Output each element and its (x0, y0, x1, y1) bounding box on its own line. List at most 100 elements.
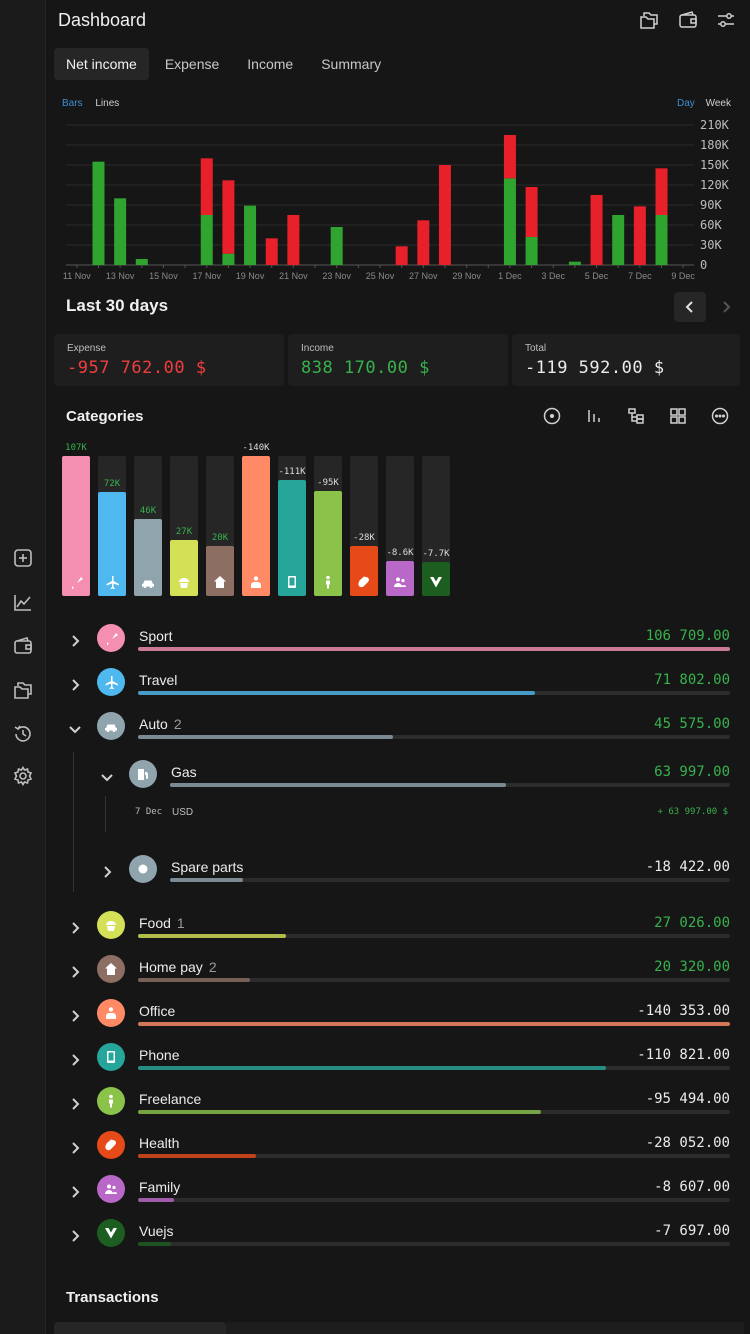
category-progress-fill (138, 934, 286, 938)
more-options-icon[interactable] (711, 407, 731, 427)
expand-toggle[interactable] (68, 722, 82, 736)
chart-bar-segment[interactable] (525, 237, 538, 265)
tree-view-icon[interactable] (627, 407, 647, 427)
category-row-spare-parts[interactable]: Spare parts -18 422.00 (54, 853, 744, 897)
chart-bar-segment[interactable] (222, 180, 235, 254)
chart-bar-segment[interactable] (244, 205, 257, 265)
transactions-tab[interactable] (54, 1322, 226, 1334)
chart-bar-segment[interactable] (395, 246, 408, 265)
previous-period-button[interactable] (674, 292, 706, 322)
wallet-icon[interactable] (678, 10, 700, 32)
category-row-food[interactable]: Food 1 27 026.00 (54, 909, 744, 953)
next-period-button[interactable] (712, 292, 740, 322)
expand-toggle[interactable] (100, 770, 114, 784)
category-column[interactable] (350, 456, 378, 596)
category-row-gas[interactable]: Gas 63 997.00 (54, 758, 744, 802)
day-toggle[interactable]: Day (677, 98, 695, 109)
category-column[interactable] (314, 456, 342, 596)
chart-bar-segment[interactable] (525, 187, 538, 237)
expand-toggle[interactable] (68, 1141, 82, 1155)
week-toggle[interactable]: Week (706, 98, 731, 109)
expand-toggle[interactable] (68, 1053, 82, 1067)
chart-bar-segment[interactable] (590, 195, 603, 265)
bar-chart-icon[interactable] (585, 407, 605, 427)
category-row-phone[interactable]: Phone -110 821.00 (54, 1041, 744, 1085)
category-row-freelance[interactable]: Freelance -95 494.00 (54, 1085, 744, 1129)
wallet-icon[interactable] (11, 634, 35, 658)
chart-bar-segment[interactable] (568, 261, 581, 265)
expand-toggle[interactable] (68, 1097, 82, 1111)
chart-bar-segment[interactable] (655, 168, 668, 215)
category-progress-track (138, 1154, 730, 1158)
grid-view-icon[interactable] (669, 407, 689, 427)
chart-bar-segment[interactable] (503, 178, 516, 265)
chart-line-icon[interactable] (11, 590, 35, 614)
chart-bar-segment[interactable] (417, 220, 430, 265)
category-icon (97, 955, 125, 983)
category-column[interactable] (242, 456, 270, 596)
category-column[interactable] (386, 456, 414, 596)
category-name: Phone (139, 1047, 179, 1063)
category-row-sport[interactable]: Sport 106 709.00 (54, 622, 744, 666)
expand-toggle[interactable] (68, 1229, 82, 1243)
chart-bar-segment[interactable] (135, 259, 148, 265)
chart-bar-segment[interactable] (612, 215, 625, 265)
category-column-icon (138, 572, 158, 592)
category-row-health[interactable]: Health -28 052.00 (54, 1129, 744, 1173)
category-column[interactable] (62, 456, 90, 596)
category-row-office[interactable]: Office -140 353.00 (54, 997, 744, 1041)
chart-bar-segment[interactable] (114, 198, 127, 265)
settings-icon[interactable] (11, 764, 35, 788)
category-icon (97, 1175, 125, 1203)
category-label: Phone (139, 1047, 180, 1063)
category-column[interactable] (134, 456, 162, 596)
category-row-home-pay[interactable]: Home pay 2 20 320.00 (54, 953, 744, 997)
expand-toggle[interactable] (68, 678, 82, 692)
tab-income[interactable]: Income (235, 48, 305, 80)
circle-dot-icon[interactable] (543, 407, 563, 427)
person-icon (326, 575, 330, 589)
tab-net-income[interactable]: Net income (54, 48, 149, 80)
chart-bar-segment[interactable] (438, 165, 451, 265)
chart-bar-segment[interactable] (633, 206, 646, 265)
x-tick-label: 21 Nov (279, 271, 308, 281)
category-row-vuejs[interactable]: Vuejs -7 697.00 (54, 1217, 744, 1261)
chart-bar-segment[interactable] (222, 253, 235, 265)
category-column[interactable] (98, 456, 126, 596)
category-column[interactable] (422, 456, 450, 596)
chart-bar-segment[interactable] (503, 135, 516, 179)
chart-bar-segment[interactable] (265, 238, 278, 265)
tab-expense[interactable]: Expense (153, 48, 231, 80)
chart-bar-segment[interactable] (655, 215, 668, 265)
expand-toggle[interactable] (68, 1009, 82, 1023)
category-row-auto[interactable]: Auto 2 45 575.00 (54, 710, 744, 754)
folders-icon[interactable] (11, 678, 35, 702)
expand-toggle[interactable] (100, 865, 114, 879)
category-column[interactable] (170, 456, 198, 596)
category-column[interactable] (278, 456, 306, 596)
chart-bar-segment[interactable] (200, 158, 213, 215)
expand-toggle[interactable] (68, 634, 82, 648)
add-icon[interactable] (11, 546, 35, 570)
history-icon[interactable] (11, 722, 35, 746)
transactions-title: Transactions (66, 1289, 159, 1306)
chart-bar-segment[interactable] (200, 215, 213, 265)
x-tick-label: 11 Nov (63, 271, 91, 281)
category-column[interactable] (206, 456, 234, 596)
lines-toggle[interactable]: Lines (95, 98, 119, 109)
transaction-amount[interactable]: + 63 997.00 $ (658, 807, 728, 817)
filters-icon[interactable] (716, 10, 738, 32)
chart-bar-segment[interactable] (287, 215, 300, 265)
chart-bar-segment[interactable] (92, 161, 105, 265)
expand-toggle[interactable] (68, 1185, 82, 1199)
tab-summary[interactable]: Summary (309, 48, 393, 80)
expense-card: Expense -957 762.00 $ (54, 334, 284, 386)
category-row-travel[interactable]: Travel 71 802.00 (54, 666, 744, 710)
bars-toggle[interactable]: Bars (62, 98, 83, 109)
chart-bar-segment[interactable] (330, 227, 343, 265)
folders-icon[interactable] (639, 10, 661, 32)
expand-toggle[interactable] (68, 921, 82, 935)
category-progress-fill (138, 1066, 606, 1070)
expand-toggle[interactable] (68, 965, 82, 979)
category-row-family[interactable]: Family -8 607.00 (54, 1173, 744, 1217)
